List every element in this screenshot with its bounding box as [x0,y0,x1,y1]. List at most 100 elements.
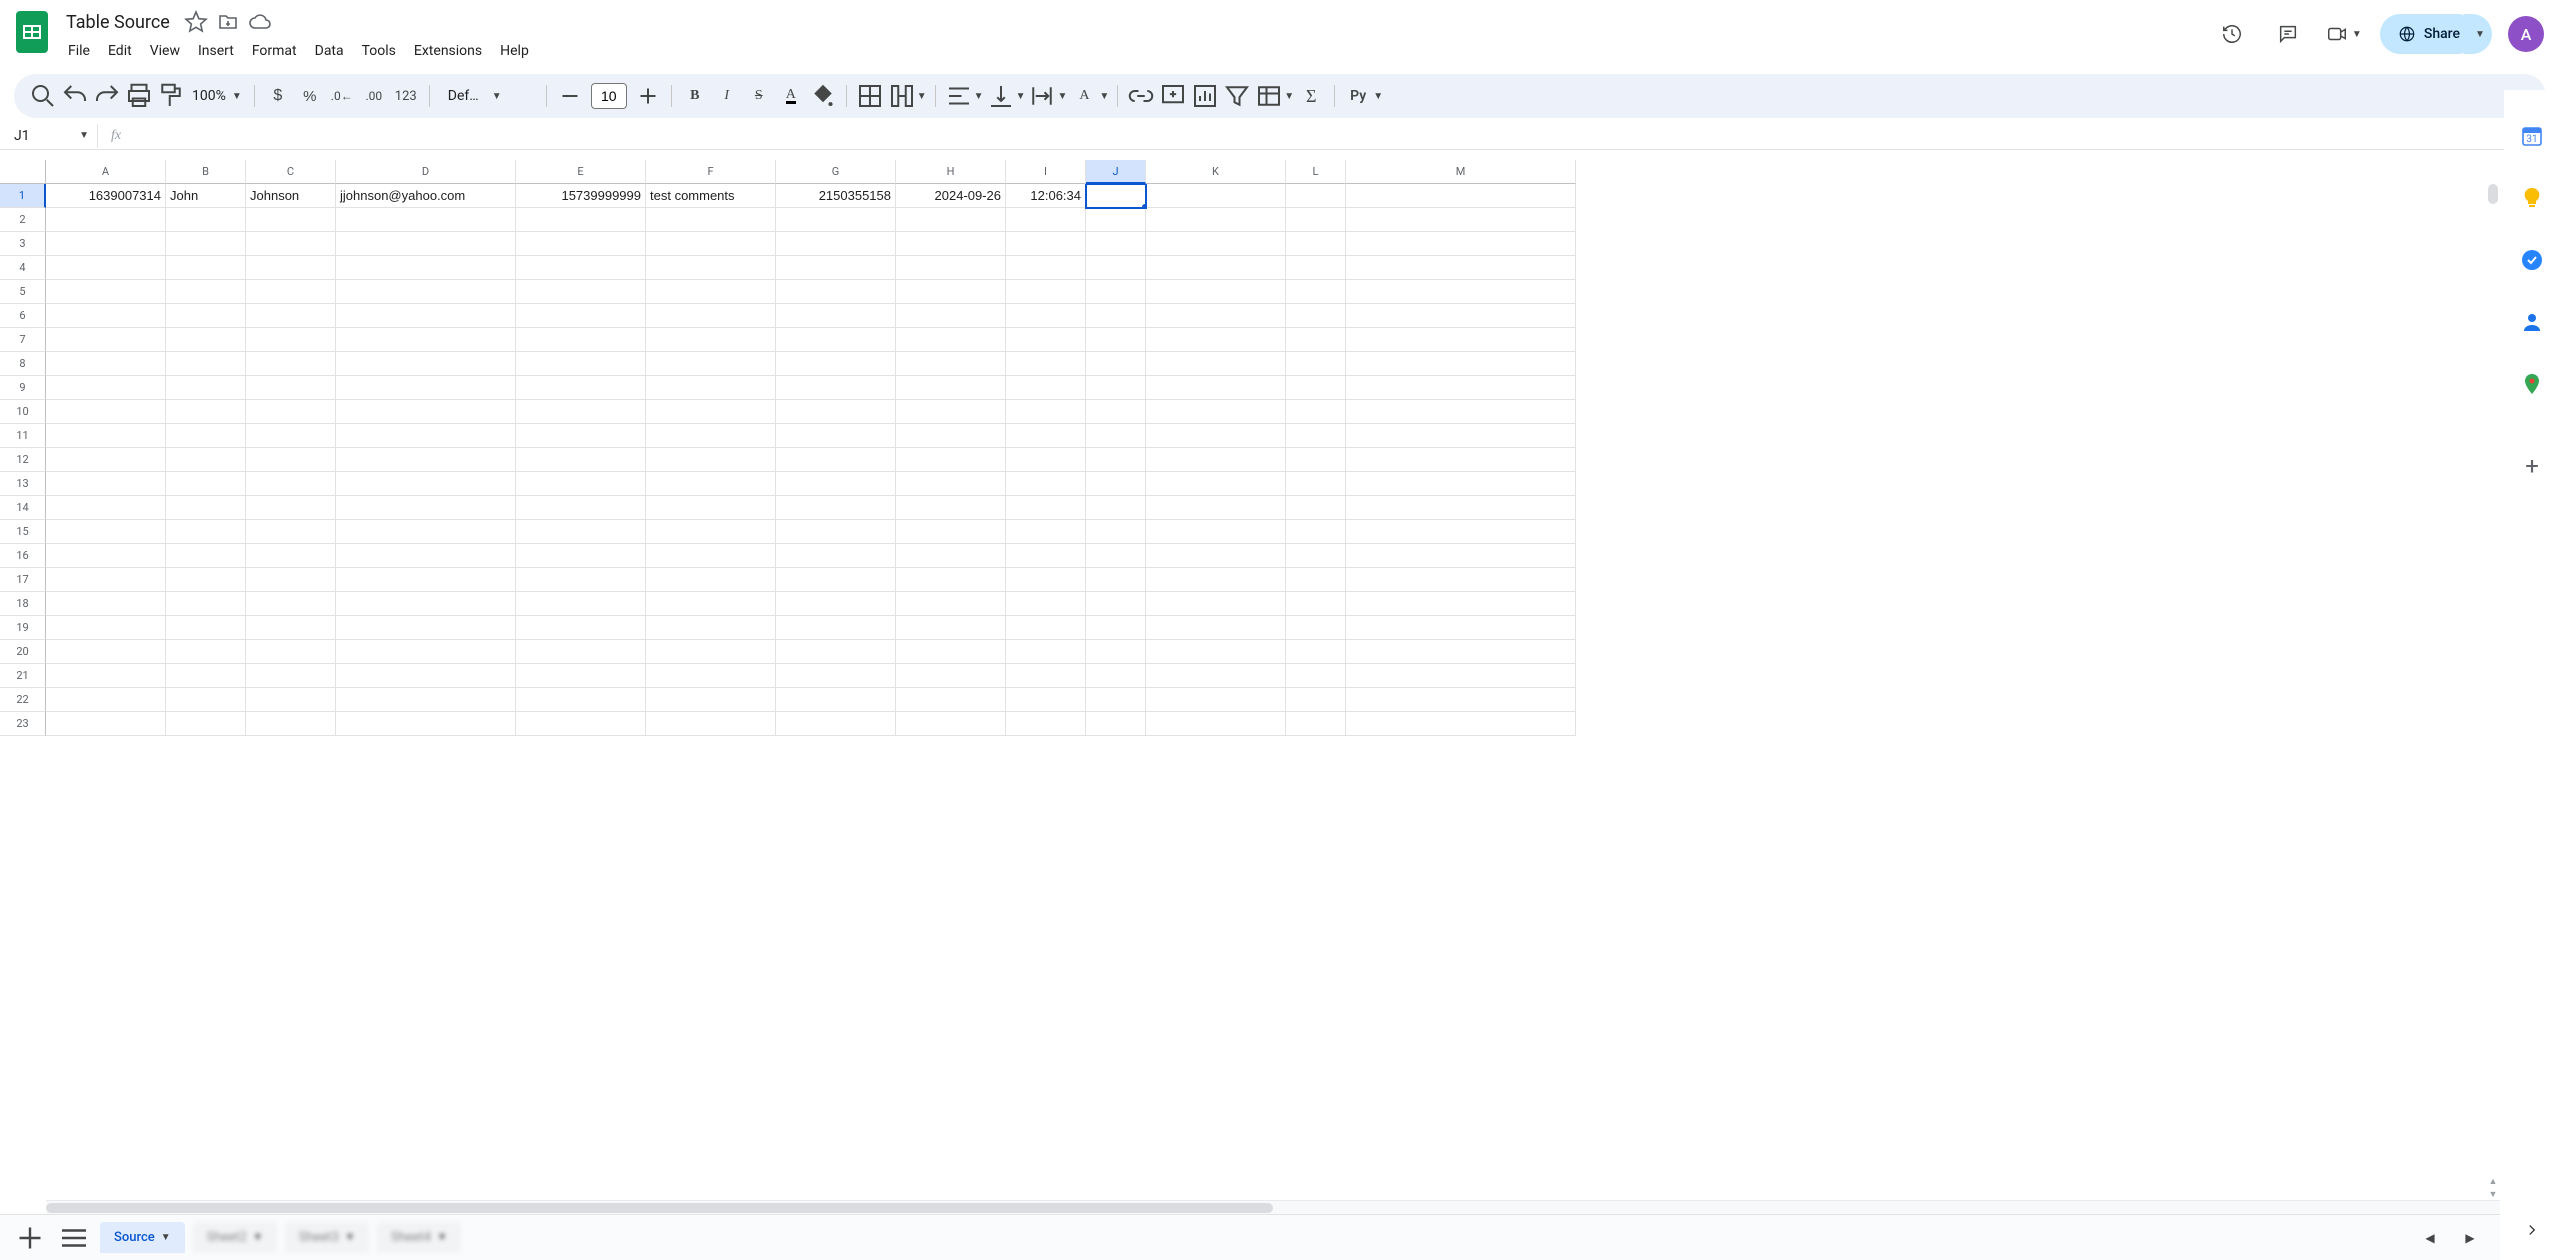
cell-I23[interactable] [1006,712,1086,736]
cell-B10[interactable] [166,400,246,424]
cell-J3[interactable] [1086,232,1146,256]
cell-K13[interactable] [1146,472,1286,496]
cell-C15[interactable] [246,520,336,544]
row-header-3[interactable]: 3 [0,232,46,256]
cell-J1[interactable] [1086,184,1146,208]
row-header-22[interactable]: 22 [0,688,46,712]
cell-D15[interactable] [336,520,516,544]
column-header-D[interactable]: D [336,160,516,184]
borders-icon[interactable] [855,81,885,111]
comments-icon[interactable] [2268,14,2308,54]
cell-C6[interactable] [246,304,336,328]
merge-dropdown[interactable]: ▼ [917,91,927,102]
cell-D4[interactable] [336,256,516,280]
cell-I3[interactable] [1006,232,1086,256]
cell-H1[interactable]: 2024-09-26 [896,184,1006,208]
cell-J15[interactable] [1086,520,1146,544]
meet-button[interactable]: ▼ [2324,14,2364,54]
cell-M3[interactable] [1346,232,1576,256]
cell-M4[interactable] [1346,256,1576,280]
cell-I17[interactable] [1006,568,1086,592]
row-header-17[interactable]: 17 [0,568,46,592]
cell-A13[interactable] [46,472,166,496]
cell-G1[interactable]: 2150355158 [776,184,896,208]
cell-G21[interactable] [776,664,896,688]
rotate-icon[interactable]: A [1069,81,1099,111]
insert-comment-icon[interactable] [1158,81,1188,111]
vertical-scrollbar[interactable]: ▲▼ [2486,184,2500,1200]
cell-C4[interactable] [246,256,336,280]
cell-M9[interactable] [1346,376,1576,400]
row-header-12[interactable]: 12 [0,448,46,472]
cell-B22[interactable] [166,688,246,712]
cell-D13[interactable] [336,472,516,496]
menu-insert[interactable]: Insert [190,39,242,63]
cell-D17[interactable] [336,568,516,592]
cell-M11[interactable] [1346,424,1576,448]
cell-J14[interactable] [1086,496,1146,520]
link-icon[interactable] [1126,81,1156,111]
rotate-dropdown[interactable]: ▼ [1099,91,1109,102]
cell-F17[interactable] [646,568,776,592]
cell-K22[interactable] [1146,688,1286,712]
cell-C18[interactable] [246,592,336,616]
cell-J20[interactable] [1086,640,1146,664]
cell-H12[interactable] [896,448,1006,472]
cell-E7[interactable] [516,328,646,352]
cell-K7[interactable] [1146,328,1286,352]
functions-icon[interactable]: Σ [1296,81,1326,111]
cell-G10[interactable] [776,400,896,424]
cell-A8[interactable] [46,352,166,376]
cell-H20[interactable] [896,640,1006,664]
column-header-L[interactable]: L [1286,160,1346,184]
cell-F4[interactable] [646,256,776,280]
cell-C10[interactable] [246,400,336,424]
cell-D19[interactable] [336,616,516,640]
cell-E21[interactable] [516,664,646,688]
cell-B2[interactable] [166,208,246,232]
cell-J9[interactable] [1086,376,1146,400]
row-header-19[interactable]: 19 [0,616,46,640]
cell-F16[interactable] [646,544,776,568]
cell-K6[interactable] [1146,304,1286,328]
cloud-status-icon[interactable] [248,10,272,34]
cell-F13[interactable] [646,472,776,496]
cell-H2[interactable] [896,208,1006,232]
italic-icon[interactable]: I [712,81,742,111]
row-header-7[interactable]: 7 [0,328,46,352]
cell-D8[interactable] [336,352,516,376]
cell-C1[interactable]: Johnson [246,184,336,208]
sheet-tab-blurred-1[interactable]: Sheet3▼ [285,1222,369,1253]
cell-E16[interactable] [516,544,646,568]
cell-H21[interactable] [896,664,1006,688]
cell-B17[interactable] [166,568,246,592]
cell-H14[interactable] [896,496,1006,520]
star-icon[interactable] [184,10,208,34]
cell-E10[interactable] [516,400,646,424]
cell-I11[interactable] [1006,424,1086,448]
cell-A10[interactable] [46,400,166,424]
cell-F1[interactable]: test comments [646,184,776,208]
cell-E5[interactable] [516,280,646,304]
cell-K16[interactable] [1146,544,1286,568]
cell-L19[interactable] [1286,616,1346,640]
cell-M16[interactable] [1346,544,1576,568]
cell-J10[interactable] [1086,400,1146,424]
cell-F19[interactable] [646,616,776,640]
cell-F2[interactable] [646,208,776,232]
column-header-J[interactable]: J [1086,160,1146,184]
fontsize-plus-icon[interactable] [633,81,663,111]
cell-J22[interactable] [1086,688,1146,712]
cell-D11[interactable] [336,424,516,448]
cell-L11[interactable] [1286,424,1346,448]
cell-M20[interactable] [1346,640,1576,664]
doc-title[interactable]: Table Source [60,10,176,35]
column-header-A[interactable]: A [46,160,166,184]
cell-A12[interactable] [46,448,166,472]
cell-B4[interactable] [166,256,246,280]
cell-A22[interactable] [46,688,166,712]
cell-C12[interactable] [246,448,336,472]
contacts-app-icon[interactable] [2512,302,2552,342]
cell-B13[interactable] [166,472,246,496]
cell-E3[interactable] [516,232,646,256]
